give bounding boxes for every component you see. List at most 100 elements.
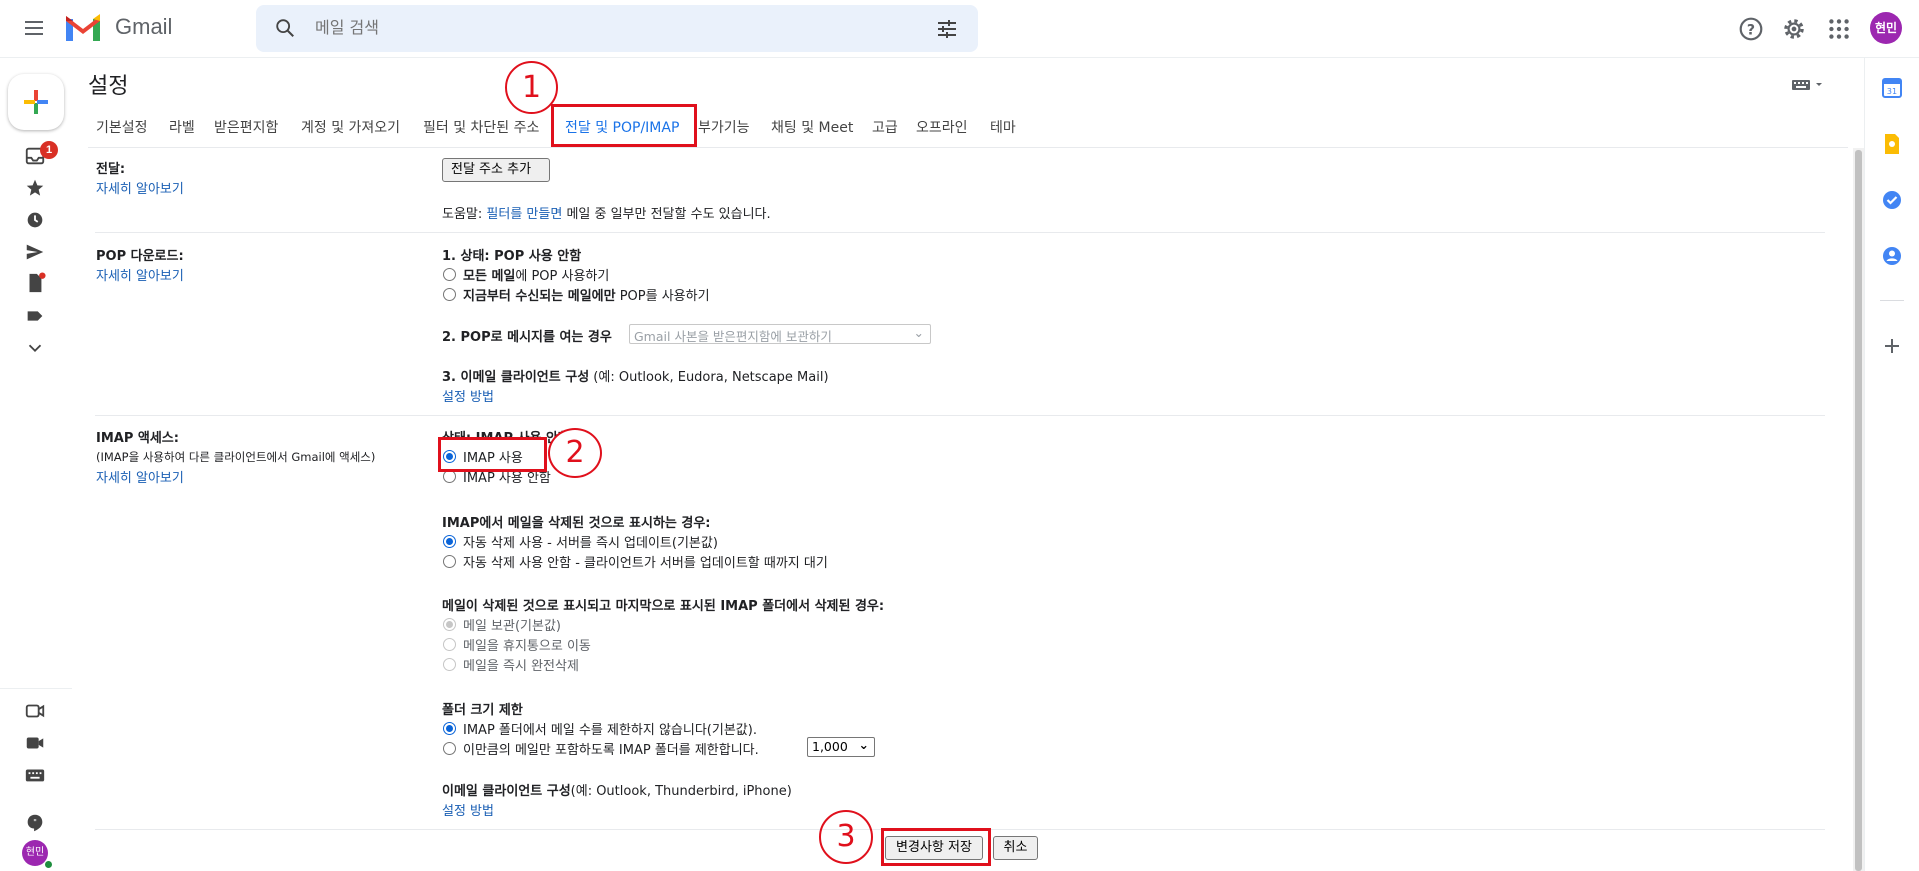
imap-sublabel: (IMAP을 사용하여 다른 클라이언트에서 Gmail에 액세스) bbox=[96, 450, 376, 464]
pop-client-config-bold: 3. 이메일 클라이언트 구성 bbox=[442, 370, 590, 385]
tab-inbox[interactable]: 받은편지함 bbox=[214, 117, 278, 137]
search-icon[interactable] bbox=[274, 17, 296, 39]
svg-text:?: ? bbox=[1747, 22, 1755, 38]
tab-chat-meet[interactable]: 채팅 및 Meet bbox=[771, 117, 853, 137]
tab-offline[interactable]: 오프라인 bbox=[916, 117, 968, 137]
section-divider bbox=[95, 415, 1825, 416]
svg-text:31: 31 bbox=[1887, 87, 1897, 96]
apps-grid-icon[interactable] bbox=[1826, 16, 1852, 42]
auto-expunge-on-radio[interactable] bbox=[443, 535, 456, 548]
archive-radio bbox=[443, 618, 456, 631]
drafts-icon[interactable] bbox=[24, 272, 46, 294]
annotation-number-2: 2 bbox=[548, 428, 602, 478]
forwarding-label: 전달: bbox=[96, 162, 126, 177]
settings-gear-icon[interactable] bbox=[1781, 16, 1807, 42]
auto-expunge-off-label: 자동 삭제 사용 안함 - 클라이언트가 서버를 업데이트할 때까지 대기 bbox=[463, 556, 828, 571]
inbox-unread-badge: 1 bbox=[40, 141, 58, 159]
folder-limit-value: 1,000 bbox=[812, 739, 848, 754]
pop-client-config-rest: (예: Outlook, Eudora, Netscape Mail) bbox=[589, 370, 829, 385]
side-panel-divider bbox=[1880, 300, 1904, 301]
auto-expunge-off-radio[interactable] bbox=[443, 555, 456, 568]
imap-delete-heading: IMAP에서 메일을 삭제된 것으로 표시하는 경우: bbox=[442, 516, 711, 531]
cancel-button[interactable]: 취소 bbox=[993, 836, 1038, 860]
no-folder-limit-radio[interactable] bbox=[443, 722, 456, 735]
folder-limit-select[interactable]: 1,000 ⌄ bbox=[807, 737, 875, 757]
folder-limit-radio[interactable] bbox=[443, 742, 456, 755]
search-options-icon[interactable] bbox=[935, 17, 959, 41]
gmail-logo-icon[interactable] bbox=[64, 12, 102, 44]
label-icon[interactable] bbox=[24, 305, 46, 327]
imap-label: IMAP 액세스: bbox=[96, 431, 179, 446]
annotation-box-tab bbox=[551, 104, 697, 147]
annotation-number-1: 1 bbox=[505, 61, 558, 114]
chevron-down-icon: ⌄ bbox=[858, 737, 869, 752]
scrollbar-thumb[interactable] bbox=[1855, 150, 1862, 871]
input-tools-keyboard-icon[interactable] bbox=[1790, 76, 1826, 94]
help-suffix: 메일 중 일부만 전달할 수도 있습니다. bbox=[562, 207, 771, 222]
create-filter-link[interactable]: 필터를 만들면 bbox=[486, 207, 562, 222]
pop-config-instructions-link[interactable]: 설정 방법 bbox=[442, 386, 494, 405]
delete-forever-label: 메일을 즉시 완전삭제 bbox=[463, 659, 579, 674]
starred-icon[interactable] bbox=[24, 177, 46, 199]
svg-text:": " bbox=[33, 817, 37, 827]
folder-limit-label: 이만큼의 메일만 포함하도록 IMAP 폴더를 제한합니다. bbox=[463, 743, 759, 758]
imap-client-config: 이메일 클라이언트 구성(예: Outlook, Thunderbird, iP… bbox=[442, 780, 792, 799]
pop-all-rest: 에 POP 사용하기 bbox=[515, 269, 610, 284]
annotation-box-save bbox=[881, 828, 991, 866]
sent-icon[interactable] bbox=[24, 241, 46, 263]
tab-filters-blocked[interactable]: 필터 및 차단된 주소 bbox=[423, 117, 539, 137]
help-prefix: 도움말: bbox=[442, 207, 487, 222]
pop-enable-new-label: 지금부터 수신되는 메일에만 POP를 사용하기 bbox=[463, 285, 710, 304]
forwarding-learn-more-link[interactable]: 자세히 알아보기 bbox=[96, 178, 184, 197]
tab-themes[interactable]: 테마 bbox=[990, 117, 1016, 137]
hangouts-chat-icon[interactable]: " bbox=[24, 812, 46, 834]
tab-labels[interactable]: 라벨 bbox=[169, 117, 195, 137]
pop-label: POP 다운로드: bbox=[96, 249, 184, 264]
join-meeting-icon[interactable] bbox=[24, 732, 46, 754]
no-folder-limit-label: IMAP 폴더에서 메일 수를 제한하지 않습니다(기본값). bbox=[463, 723, 757, 738]
imap-client-config-rest: (예: Outlook, Thunderbird, iPhone) bbox=[570, 784, 792, 799]
tasks-icon[interactable] bbox=[1880, 188, 1904, 212]
annotation-number-3: 3 bbox=[819, 810, 873, 864]
search-input[interactable] bbox=[313, 14, 913, 40]
expand-more-icon[interactable] bbox=[24, 337, 46, 359]
rail-divider bbox=[0, 688, 72, 689]
archive-label: 메일 보관(기본값) bbox=[463, 619, 561, 634]
help-icon[interactable]: ? bbox=[1738, 16, 1764, 42]
pop-all-bold: 모든 메일 bbox=[463, 269, 516, 284]
contacts-icon[interactable] bbox=[1880, 244, 1904, 268]
compose-button[interactable] bbox=[8, 74, 64, 130]
snoozed-clock-icon[interactable] bbox=[24, 209, 46, 231]
pop-new-rest: POP를 사용하기 bbox=[615, 289, 710, 304]
account-avatar[interactable]: 현민 bbox=[1870, 12, 1902, 44]
pop-client-config: 3. 이메일 클라이언트 구성 (예: Outlook, Eudora, Net… bbox=[442, 366, 829, 385]
delete-forever-radio bbox=[443, 658, 456, 671]
pop-when-access-value: Gmail 사본을 받은편지함에 보관하기 bbox=[634, 329, 832, 344]
pop-when-access-select: Gmail 사본을 받은편지함에 보관하기 ⌄ bbox=[629, 324, 931, 344]
section-divider bbox=[95, 232, 1825, 233]
pop-enable-all-radio[interactable] bbox=[443, 268, 456, 281]
main-menu-icon[interactable] bbox=[22, 17, 46, 41]
move-to-trash-radio bbox=[443, 638, 456, 651]
imap-learn-more-link[interactable]: 자세히 알아보기 bbox=[96, 467, 184, 486]
folder-size-heading: 폴더 크기 제한 bbox=[442, 703, 523, 718]
brand-name[interactable]: Gmail bbox=[115, 14, 172, 40]
tab-general[interactable]: 기본설정 bbox=[96, 117, 148, 137]
get-addons-plus-icon[interactable] bbox=[1880, 334, 1904, 358]
imap-client-config-bold: 이메일 클라이언트 구성 bbox=[442, 784, 571, 799]
pop-status: 1. 상태: POP 사용 안함 bbox=[442, 249, 582, 264]
pop-enable-new-radio[interactable] bbox=[443, 288, 456, 301]
tab-addons[interactable]: 부가기능 bbox=[698, 117, 750, 137]
keyboard-icon[interactable] bbox=[24, 764, 46, 786]
pop-new-bold: 지금부터 수신되는 메일에만 bbox=[463, 289, 616, 304]
imap-config-instructions-link[interactable]: 설정 방법 bbox=[442, 800, 494, 819]
new-meeting-icon[interactable] bbox=[24, 700, 46, 722]
tab-advanced[interactable]: 고급 bbox=[872, 117, 898, 137]
pop-when-access-label: 2. POP로 메시지를 여는 경우 bbox=[442, 330, 612, 345]
tab-accounts-import[interactable]: 계정 및 가져오기 bbox=[301, 117, 400, 137]
calendar-icon[interactable]: 31 bbox=[1880, 76, 1904, 100]
add-forwarding-address-button[interactable]: 전달 주소 추가 bbox=[442, 158, 550, 182]
pop-learn-more-link[interactable]: 자세히 알아보기 bbox=[96, 265, 184, 284]
move-to-trash-label: 메일을 휴지통으로 이동 bbox=[463, 639, 591, 654]
keep-icon[interactable] bbox=[1880, 132, 1904, 156]
